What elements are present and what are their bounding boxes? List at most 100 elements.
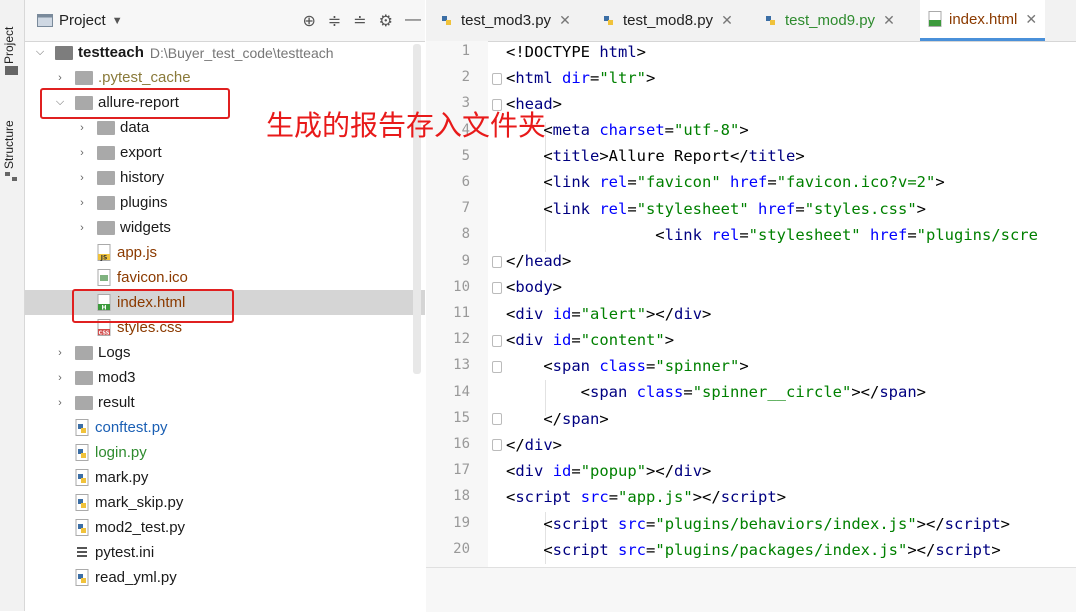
tree-item-conftest[interactable]: conftest.py (25, 415, 425, 440)
chevron-right-icon[interactable]: › (53, 72, 67, 84)
expand-all-icon[interactable]: ≑ (328, 11, 341, 31)
tab-test-mod3[interactable]: test_mod3.py ✕ (440, 0, 571, 41)
code-line-9[interactable]: </head> (506, 252, 571, 270)
tree-item-mark[interactable]: mark.py (25, 465, 425, 490)
tree-item-label: history (120, 169, 165, 186)
line-number: 6 (461, 174, 470, 190)
close-icon[interactable]: ✕ (883, 12, 895, 29)
project-view-selector[interactable]: Project ▼ (37, 12, 123, 29)
line-number: 9 (461, 252, 470, 269)
fold-marker[interactable] (492, 73, 502, 85)
tree-item-app-js[interactable]: JS app.js (25, 240, 425, 265)
minimize-icon[interactable]: — (405, 11, 421, 31)
fold-marker[interactable] (492, 361, 502, 373)
js-file-icon: JS (97, 244, 111, 261)
tree-item-result[interactable]: › result (25, 390, 425, 415)
code-line-13[interactable]: <span class="spinner"> (506, 357, 748, 375)
tree-item-label: app.js (117, 244, 158, 261)
folder-icon (5, 66, 18, 75)
tree-item-mark-skip[interactable]: mark_skip.py (25, 490, 425, 515)
fold-marker[interactable] (492, 282, 502, 294)
chevron-right-icon[interactable]: › (75, 172, 89, 184)
code-line-7[interactable]: <link rel="stylesheet" href="styles.css"… (506, 200, 926, 218)
fold-marker[interactable] (492, 335, 502, 347)
code-line-2[interactable]: <html dir="ltr"> (506, 69, 655, 87)
tree-item-label: pytest.ini (95, 544, 155, 561)
chevron-right-icon[interactable]: › (53, 372, 67, 384)
tree-item-favicon[interactable]: favicon.ico (25, 265, 425, 290)
code-line-8[interactable]: <link rel="stylesheet" href="plugins/scr… (506, 226, 1038, 244)
tab-index-html[interactable]: index.html ✕ (920, 0, 1046, 41)
fold-marker[interactable] (492, 256, 502, 268)
tree-item-widgets[interactable]: › widgets (25, 215, 425, 240)
gear-icon[interactable]: ⚙ (379, 11, 393, 31)
tree-item-history[interactable]: › history (25, 165, 425, 190)
line-number: 17 (453, 462, 470, 479)
chevron-right-icon[interactable]: › (53, 347, 67, 359)
fold-marker[interactable] (492, 413, 502, 425)
python-file-icon (442, 15, 451, 25)
tree-item-label: mark.py (95, 469, 149, 486)
structure-icon (5, 172, 17, 181)
html-file-icon (928, 11, 942, 27)
code-line-20[interactable]: <script src="plugins/packages/index.js">… (506, 541, 1000, 559)
folder-icon (55, 45, 73, 60)
code-line-18[interactable]: <script src="app.js"></script> (506, 488, 786, 506)
code-line-1[interactable]: <!DOCTYPE html> (506, 43, 646, 61)
line-number: 16 (453, 436, 470, 452)
python-file-icon (604, 15, 613, 25)
tree-root[interactable]: ⌵ testteach D:\Buyer_test_code\testteach (25, 40, 425, 65)
close-icon[interactable]: ✕ (1025, 11, 1037, 28)
line-number: 14 (453, 383, 470, 400)
tree-item-read-yml[interactable]: read_yml.py (25, 565, 425, 590)
root-path: D:\Buyer_test_code\testteach (149, 44, 334, 61)
code-line-15[interactable]: </span> (506, 410, 608, 428)
chevron-right-icon[interactable]: › (75, 122, 89, 134)
code-line-14[interactable]: <span class="spinner__circle"></span> (506, 383, 926, 401)
tab-test-mod9[interactable]: test_mod9.py ✕ (764, 0, 895, 41)
code-line-5[interactable]: <title>Allure Report</title> (506, 147, 804, 165)
tab-label: index.html (949, 10, 1018, 28)
folder-icon (75, 70, 93, 85)
folder-icon (75, 395, 93, 410)
line-number: 10 (453, 278, 470, 295)
tree-item-logs[interactable]: › Logs (25, 340, 425, 365)
line-number: 8 (461, 226, 470, 243)
code-line-11[interactable]: <div id="alert"></div> (506, 305, 711, 323)
folder-icon (97, 145, 115, 160)
code-line-10[interactable]: <body> (506, 278, 562, 296)
tree-item-login[interactable]: login.py (25, 440, 425, 465)
tab-test-mod8[interactable]: test_mod8.py ✕ (602, 0, 733, 41)
tree-item-plugins[interactable]: › plugins (25, 190, 425, 215)
chevron-right-icon[interactable]: › (53, 397, 67, 409)
chevron-down-icon[interactable]: ⌵ (33, 46, 47, 59)
folder-icon (75, 345, 93, 360)
folder-icon (97, 120, 115, 135)
code-line-12[interactable]: <div id="content"> (506, 331, 674, 349)
code-line-16[interactable]: </div> (506, 436, 562, 454)
tree-item-mod2-test[interactable]: mod2_test.py (25, 515, 425, 540)
tree-item-pytest-ini[interactable]: pytest.ini (25, 540, 425, 565)
chevron-right-icon[interactable]: › (75, 197, 89, 209)
close-icon[interactable]: ✕ (721, 12, 733, 29)
collapse-all-icon[interactable]: ≐ (353, 11, 366, 31)
python-file-icon (75, 419, 89, 436)
code-line-19[interactable]: <script src="plugins/behaviors/index.js"… (506, 515, 1010, 533)
python-file-icon (75, 519, 89, 536)
target-icon[interactable]: ⊕ (302, 11, 315, 31)
chevron-right-icon[interactable]: › (75, 222, 89, 234)
tree-item-pytest-cache[interactable]: › .pytest_cache (25, 65, 425, 90)
project-title: Project (59, 12, 106, 29)
chevron-right-icon[interactable]: › (75, 147, 89, 159)
line-number: 11 (453, 305, 470, 321)
tree-item-label: conftest.py (95, 419, 168, 436)
code-line-6[interactable]: <link rel="favicon" href="favicon.ico?v=… (506, 173, 944, 191)
tree-item-label: favicon.ico (117, 269, 188, 286)
code-line-17[interactable]: <div id="popup"></div> (506, 462, 711, 480)
tree-scrollbar[interactable] (413, 44, 421, 374)
package-folder-icon (75, 370, 93, 385)
fold-marker[interactable] (492, 439, 502, 451)
tree-item-mod3[interactable]: › mod3 (25, 365, 425, 390)
close-icon[interactable]: ✕ (559, 12, 571, 29)
line-number: 1 (461, 43, 470, 59)
